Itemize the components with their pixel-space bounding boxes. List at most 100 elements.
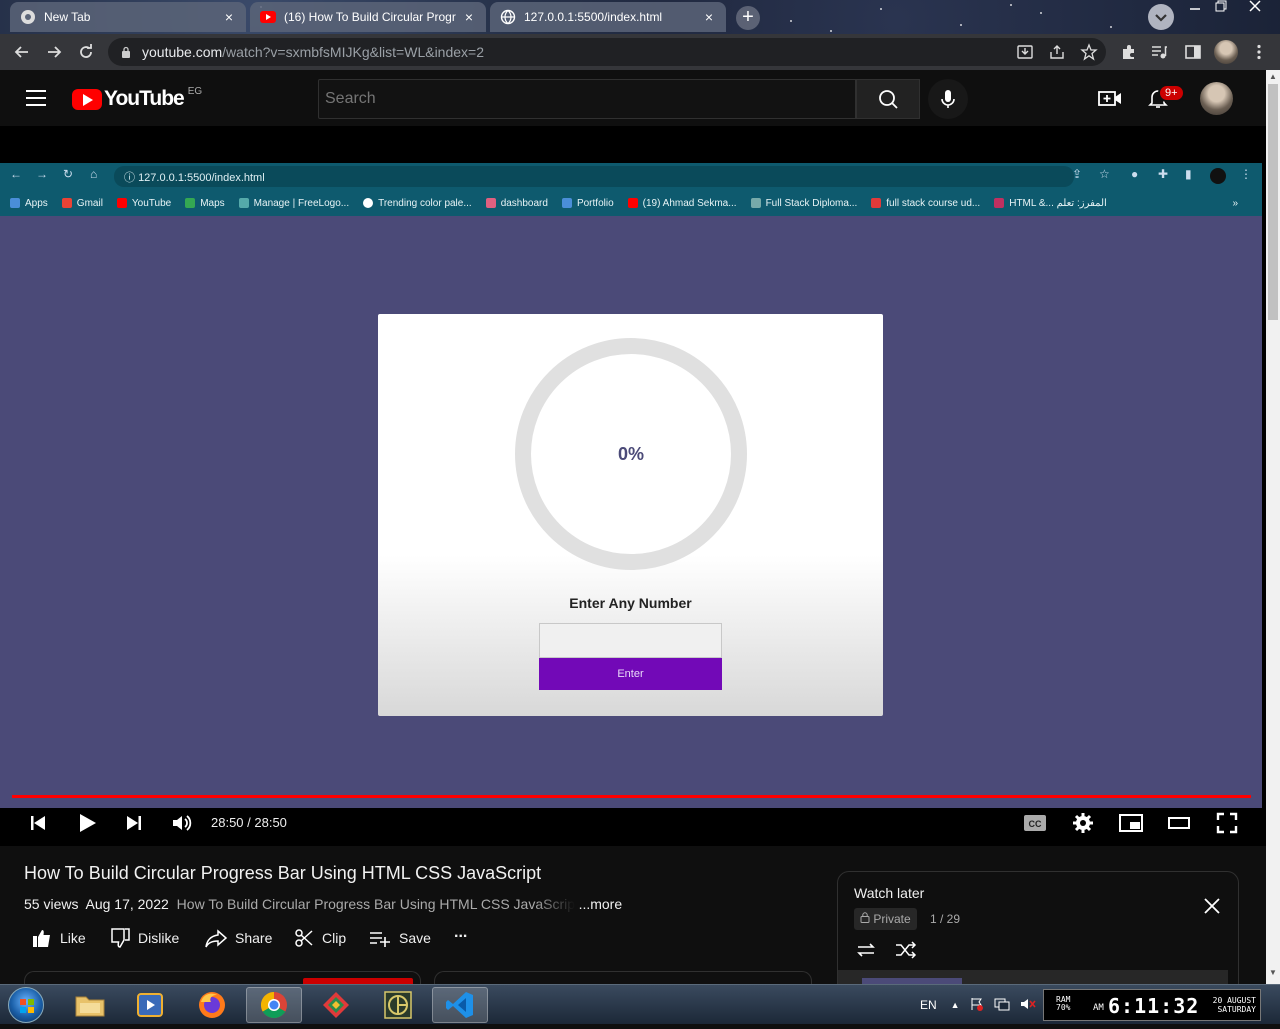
volume-tray-icon[interactable]	[1020, 997, 1036, 1014]
chrome-menu-button[interactable]	[1250, 43, 1268, 61]
system-tray: EN ▲	[912, 985, 1036, 1025]
bookmark-label: Gmail	[76, 197, 103, 209]
bookmark-label: full stack course ud...	[886, 197, 981, 209]
subtitles-button[interactable]: CC	[1022, 808, 1048, 838]
tab-youtube-video[interactable]: (16) How To Build Circular Progr ×	[250, 2, 486, 32]
side-panel-button[interactable]	[1184, 43, 1202, 61]
shuffle-button[interactable]	[894, 940, 918, 960]
create-button[interactable]	[1098, 88, 1122, 108]
theater-mode-button[interactable]	[1166, 808, 1192, 838]
close-tab-icon[interactable]: ×	[222, 9, 236, 25]
bookmark-full-stack-course: full stack course ud...	[871, 198, 980, 209]
close-playlist-button[interactable]	[1202, 896, 1222, 916]
bookmark-freelogo: Manage | FreeLogo...	[238, 198, 349, 209]
vscode-icon	[446, 992, 473, 1018]
volume-button[interactable]	[168, 808, 194, 838]
arrow-right-icon: →	[36, 167, 48, 181]
scroll-down-arrow[interactable]: ▼	[1266, 968, 1280, 977]
tab-search-button[interactable]	[1148, 4, 1174, 30]
search-input[interactable]	[318, 79, 856, 119]
view-count: 55 views	[24, 896, 79, 912]
save-button[interactable]: Save	[369, 928, 431, 948]
bookmark-button[interactable]	[1080, 43, 1098, 61]
video-description-summary[interactable]: 55 views Aug 17, 2022 How To Build Circu…	[24, 896, 622, 912]
account-avatar[interactable]	[1200, 82, 1233, 115]
play-button[interactable]	[74, 808, 100, 838]
youtube-logo[interactable]: YouTube EG	[72, 86, 202, 111]
loop-button[interactable]	[854, 940, 878, 960]
side-panel-icon: ▮	[1185, 167, 1192, 181]
video-progress-bar[interactable]	[12, 795, 1251, 798]
enter-button: Enter	[539, 658, 722, 690]
fullscreen-button[interactable]	[1214, 808, 1240, 838]
notification-badge: 9+	[1158, 84, 1185, 102]
reload-button[interactable]	[76, 42, 96, 62]
playlist-icon	[1152, 46, 1167, 59]
action-center-icon[interactable]	[970, 997, 984, 1014]
voice-search-button[interactable]	[928, 79, 968, 119]
video-title: How To Build Circular Progress Bar Using…	[24, 863, 542, 883]
bookmark-label: Maps	[200, 197, 225, 209]
previous-button[interactable]	[26, 808, 50, 838]
clock-widget[interactable]: RAM 70% AM 6:11:32 20 AUGUST SATURDAY	[1043, 989, 1261, 1021]
share-button[interactable]: Share	[205, 928, 272, 948]
search-button[interactable]	[856, 79, 920, 119]
close-window-button[interactable]	[1240, 0, 1270, 20]
palette-icon	[363, 198, 374, 208]
more-actions-button[interactable]: ...	[454, 924, 467, 942]
show-hidden-icons-button[interactable]: ▲	[951, 1000, 960, 1010]
circle-app-icon	[384, 991, 412, 1019]
scrollbar-thumb[interactable]	[1268, 84, 1278, 320]
tab-title: 127.0.0.1:5500/index.html	[524, 10, 663, 24]
profile-avatar[interactable]	[1214, 40, 1238, 64]
privacy-badge: Private	[854, 908, 917, 930]
freelogo-icon	[238, 198, 249, 208]
show-more-link[interactable]: ...more	[579, 896, 623, 912]
taskbar-file-explorer[interactable]	[62, 987, 118, 1023]
youtube-icon	[116, 198, 127, 208]
close-tab-icon[interactable]: ×	[702, 9, 716, 25]
close-icon	[1249, 0, 1261, 12]
tab-new-tab[interactable]: New Tab ×	[10, 2, 246, 32]
next-button[interactable]	[122, 808, 146, 838]
close-tab-icon[interactable]: ×	[462, 9, 476, 25]
save-label: Save	[399, 930, 431, 946]
extensions-button[interactable]	[1120, 43, 1138, 61]
extension-icon: ●	[1131, 167, 1139, 181]
address-bar[interactable]: youtube.com/watch?v=sxmbfsMIJKg&list=WL&…	[108, 38, 1106, 66]
taskbar-git-kraken[interactable]	[308, 987, 364, 1023]
menu-icon[interactable]	[26, 90, 46, 111]
side-panel-icon	[1185, 45, 1201, 59]
taskbar-vscode[interactable]	[432, 987, 488, 1023]
settings-button[interactable]	[1070, 808, 1096, 838]
language-indicator[interactable]: EN	[920, 998, 937, 1012]
new-tab-button[interactable]: +	[736, 6, 760, 30]
inner-browser-toolbar: ← → ↻ ⌂ ⓘ 127.0.0.1:5500/index.html ⇪ ☆ …	[0, 163, 1262, 190]
media-controls-button[interactable]	[1150, 43, 1168, 61]
clip-button[interactable]: Clip	[294, 928, 346, 948]
share-page-button[interactable]	[1048, 43, 1066, 61]
taskbar-chrome[interactable]	[246, 987, 302, 1023]
network-icon[interactable]	[994, 997, 1010, 1014]
playlist-title[interactable]: Watch later	[854, 885, 924, 901]
taskbar-media-player[interactable]	[122, 987, 178, 1023]
start-button[interactable]	[8, 987, 44, 1023]
taskbar-firefox[interactable]	[184, 987, 240, 1023]
install-app-button[interactable]	[1016, 43, 1034, 61]
forward-button[interactable]	[44, 42, 64, 62]
tab-title: (16) How To Build Circular Progr	[284, 10, 456, 24]
like-button[interactable]: Like	[32, 928, 86, 948]
page-scrollbar[interactable]: ▲ ▼	[1266, 70, 1280, 984]
restore-button[interactable]	[1206, 0, 1236, 20]
video-player[interactable]: ← → ↻ ⌂ ⓘ 127.0.0.1:5500/index.html ⇪ ☆ …	[0, 126, 1266, 846]
bookmark-label: (19) Ahmad Sekma...	[642, 197, 737, 209]
bookmark-html: HTML &... المفرز: تعلم	[994, 198, 1107, 209]
miniplayer-button[interactable]	[1118, 808, 1144, 838]
player-controls: 28:50 / 28:50 CC	[0, 808, 1266, 846]
scroll-up-arrow[interactable]: ▲	[1266, 72, 1280, 81]
taskbar-app-circle[interactable]	[370, 987, 426, 1023]
dislike-button[interactable]: Dislike	[110, 928, 179, 948]
play-icon	[80, 814, 96, 832]
tab-localhost[interactable]: 127.0.0.1:5500/index.html ×	[490, 2, 726, 32]
back-button[interactable]	[12, 42, 32, 62]
